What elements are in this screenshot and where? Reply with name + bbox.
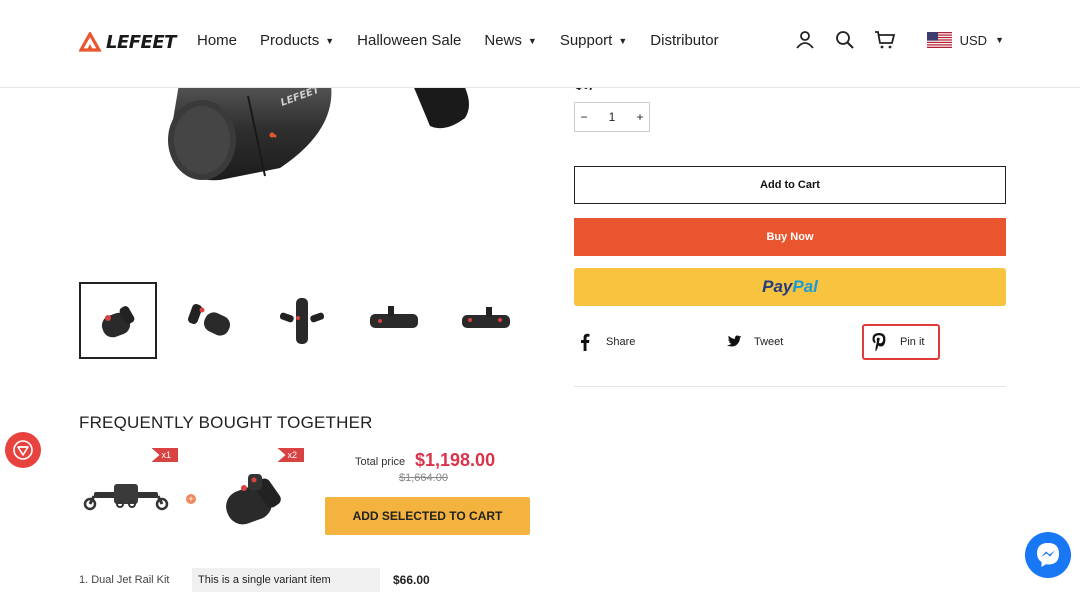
share-row: Share Tweet Pin it — [574, 324, 1006, 360]
thumbnail-5[interactable] — [447, 282, 525, 359]
nav-home[interactable]: Home — [197, 32, 237, 49]
add-selected-label: ADD SELECTED TO CART — [352, 509, 503, 523]
paypal-button[interactable]: Pay Pal — [574, 268, 1006, 306]
buy-now-label: Buy Now — [766, 231, 814, 243]
qty-input[interactable]: 1 — [593, 110, 631, 124]
nav-halloween-sale[interactable]: Halloween Sale — [357, 32, 461, 49]
fbt-row-variant-select[interactable]: This is a single variant item — [192, 568, 380, 592]
search-icon[interactable] — [833, 28, 857, 52]
messenger-icon — [1037, 543, 1059, 567]
share-twitter-button[interactable]: Tweet — [722, 324, 783, 360]
brand-logo[interactable]: LEFEET — [79, 31, 176, 53]
nav-support-label: Support — [559, 32, 613, 49]
nav-home-label: Home — [197, 32, 238, 49]
fbt-item-dual-jet-rail-kit[interactable]: x1 — [83, 448, 178, 538]
site-header: LEFEET Home Products ▼ Halloween Sale New… — [0, 0, 1080, 88]
cart-icon[interactable] — [873, 28, 897, 52]
thumbnail-3[interactable] — [263, 282, 341, 359]
original-price-value: $1,664.00 — [399, 472, 448, 484]
header-actions: USD ▼ — [793, 28, 1080, 52]
thumbnail-1[interactable] — [79, 282, 157, 359]
main-nav: Home Products ▼ Halloween Sale News ▼ Supp… — [197, 32, 742, 49]
nav-products[interactable]: Products ▼ — [260, 32, 334, 49]
add-selected-to-cart-button[interactable]: ADD SELECTED TO CART — [325, 497, 530, 535]
qty-increase-button[interactable]: + — [631, 110, 649, 124]
fbt-plus-icon: + — [186, 494, 196, 504]
us-flag-icon — [926, 32, 952, 48]
section-divider — [574, 386, 1006, 387]
rewards-widget-button[interactable] — [5, 432, 41, 468]
thumbnail-strip — [79, 282, 539, 359]
chevron-down-icon: ▼ — [618, 35, 628, 46]
fbt-item-row: 1. Dual Jet Rail Kit This is a single va… — [79, 568, 539, 592]
paypal-logo-part1: Pay — [762, 277, 793, 296]
share-pinterest-button[interactable]: Pin it — [862, 324, 941, 360]
nav-distributor[interactable]: Distributor — [650, 32, 718, 49]
total-price-value: $1,198.00 — [415, 450, 496, 470]
nav-support[interactable]: Support ▼ — [560, 32, 627, 49]
chevron-down-icon: ▼ — [995, 35, 1004, 45]
buy-now-button[interactable]: Buy Now — [574, 218, 1006, 256]
add-to-cart-button[interactable]: Add to Cart — [574, 166, 1006, 204]
paypal-logo-part2: Pal — [792, 277, 818, 296]
currency-code: USD — [959, 32, 988, 48]
product-main-image[interactable]: LEFEET — [140, 88, 520, 198]
logo-wordmark: LEFEET — [106, 31, 176, 53]
account-icon[interactable] — [793, 28, 817, 52]
chevron-down-icon: ▼ — [325, 35, 335, 46]
nav-products-label: Products — [260, 32, 320, 49]
nav-news[interactable]: News ▼ — [484, 32, 536, 49]
pinterest-icon — [868, 332, 890, 352]
facebook-icon — [574, 333, 596, 351]
fbt-row-price: $66.00 — [393, 573, 430, 587]
logo-mark-icon — [79, 32, 102, 52]
nav-news-label: News — [484, 32, 522, 49]
twitter-icon — [722, 335, 744, 350]
nav-halloween-sale-label: Halloween Sale — [357, 32, 462, 49]
add-to-cart-label: Add to Cart — [760, 179, 820, 191]
quantity-stepper: − 1 + — [574, 102, 650, 132]
messenger-chat-button[interactable] — [1025, 532, 1071, 578]
currency-selector[interactable]: USD ▼ — [926, 32, 1004, 48]
gem-heart-icon — [13, 440, 33, 460]
share-facebook-label: Share — [606, 336, 636, 348]
share-pinterest-label: Pin it — [900, 336, 925, 348]
share-twitter-label: Tweet — [754, 336, 784, 348]
chevron-down-icon: ▼ — [527, 35, 537, 46]
fbt-title: FREQUENTLY BOUGHT TOGETHER — [79, 413, 373, 432]
fbt-item-main-product[interactable]: x2 — [218, 448, 304, 538]
thumbnail-4[interactable] — [355, 282, 433, 359]
share-facebook-button[interactable]: Share — [574, 324, 635, 360]
fbt-row-name[interactable]: 1. Dual Jet Rail Kit — [79, 574, 169, 586]
thumbnail-2[interactable] — [171, 282, 249, 359]
total-price-label: Total price — [355, 456, 406, 468]
qty-decrease-button[interactable]: − — [575, 110, 593, 124]
nav-distributor-label: Distributor — [650, 32, 719, 49]
